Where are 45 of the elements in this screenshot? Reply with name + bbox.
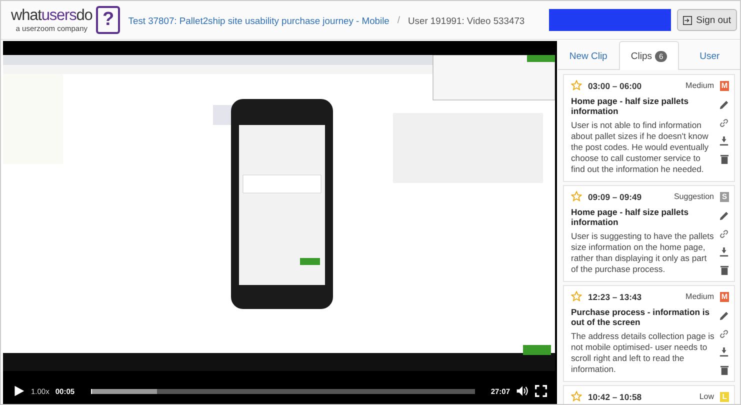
logo-wordmark: whatusersdo <box>11 8 92 24</box>
link-icon[interactable] <box>719 118 729 128</box>
clip-description: The address details collection page is not mobile optimised- user needs to scroll right and left to read the information. <box>571 331 715 375</box>
link-icon[interactable] <box>719 229 729 239</box>
download-icon[interactable] <box>719 136 729 146</box>
severity-label: Suggestion <box>674 192 714 201</box>
trash-icon[interactable] <box>720 365 728 375</box>
download-icon[interactable] <box>719 247 729 257</box>
test-link[interactable]: Test 37807: Pallet2ship site usability purchase journey - Mobile <box>128 14 390 26</box>
fullscreen-icon[interactable] <box>535 385 547 397</box>
pencil-icon[interactable] <box>719 311 729 321</box>
clip-description: User is suggesting to have the pallets size information on the home page, rather than displaying it only as part of the purchase process. <box>571 231 715 275</box>
download-icon[interactable] <box>719 347 729 357</box>
star-icon[interactable] <box>571 391 582 402</box>
trash-icon[interactable] <box>720 154 728 164</box>
clip-time: 03:00 – 06:00 <box>588 80 642 90</box>
severity-label: Medium <box>686 292 714 301</box>
clip-time: 09:09 – 09:49 <box>588 192 642 202</box>
clip-card[interactable] <box>563 74 735 182</box>
volume-icon[interactable] <box>516 385 529 397</box>
play-icon[interactable] <box>13 385 25 397</box>
severity-label: Low <box>699 392 714 401</box>
clip-time: 12:23 – 13:43 <box>588 292 642 302</box>
sign-out-button[interactable]: Sign out <box>677 9 737 31</box>
video-label: User 191991: Video 533473 <box>408 14 525 26</box>
pencil-icon[interactable] <box>719 211 729 221</box>
star-icon[interactable] <box>571 191 582 202</box>
clip-time: 10:42 – 10:58 <box>588 392 642 402</box>
severity-label: Medium <box>686 81 714 90</box>
clip-description: User is not able to find information about pallet sizes if he doesn't know the post codes. He would eventually choose to call customer service to find out the information he needed. <box>571 120 710 175</box>
star-icon[interactable] <box>571 291 582 302</box>
trash-icon[interactable] <box>720 265 728 275</box>
tab[interactable]: User <box>679 41 740 70</box>
logo-mark: ? <box>96 6 120 34</box>
clip-title: Home page - half size pallets information <box>571 96 690 116</box>
star-icon[interactable] <box>571 80 582 91</box>
clip-title: Home page - half size pallets information <box>571 207 690 227</box>
sign-out-icon <box>683 16 692 24</box>
progress-track[interactable] <box>90 388 475 394</box>
clip-card[interactable] <box>563 185 735 282</box>
clip-title: Purchase process - information is out of the screen <box>571 307 710 327</box>
link-icon[interactable] <box>719 329 729 339</box>
pencil-icon[interactable] <box>719 100 729 110</box>
tab[interactable]: New Clip <box>558 41 619 70</box>
breadcrumb-separator: / <box>397 14 400 26</box>
